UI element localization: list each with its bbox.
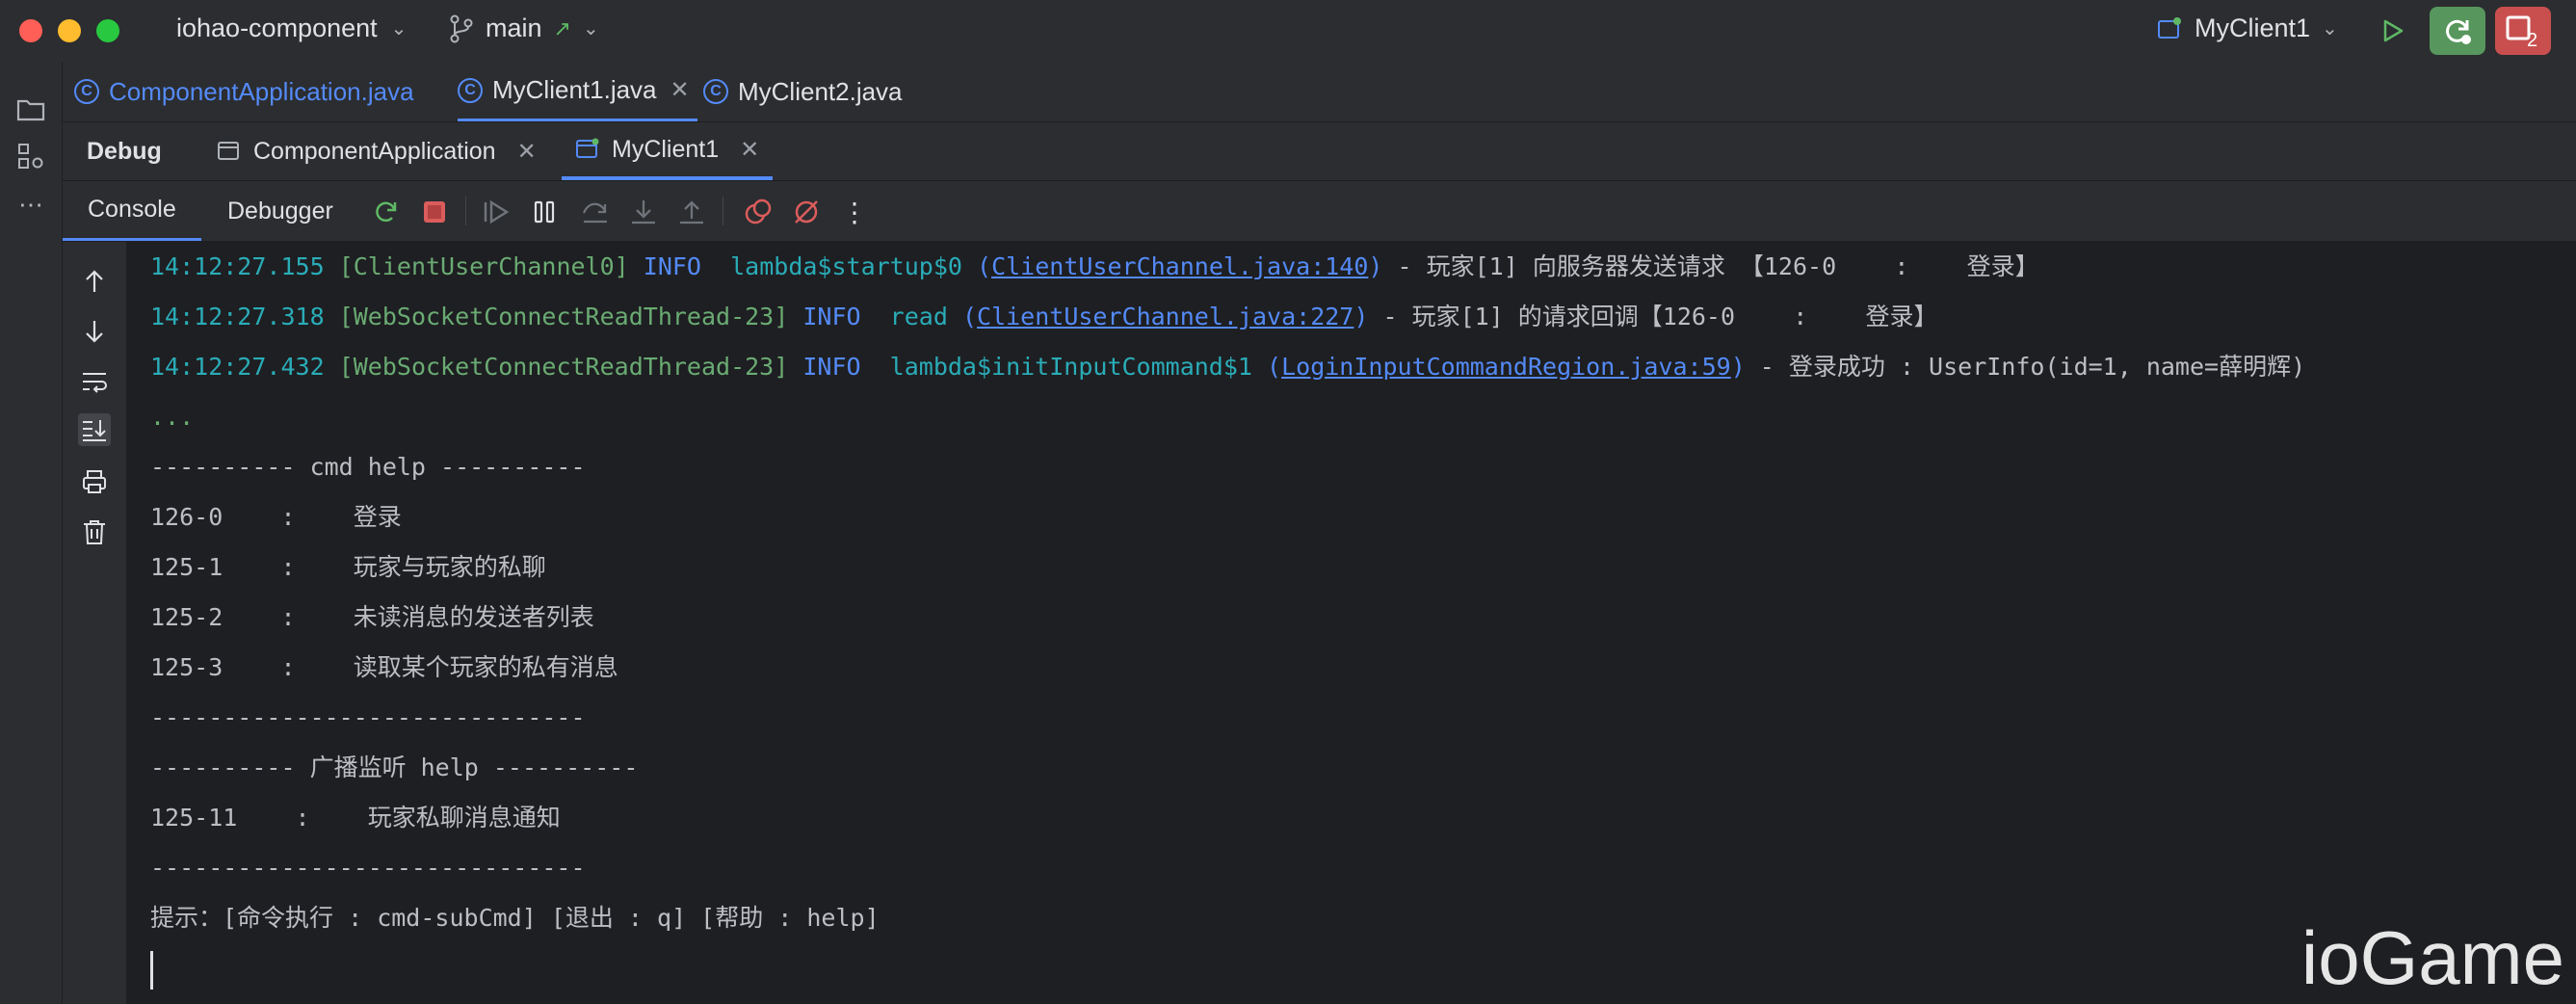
- debug-tab-componentapplication[interactable]: ComponentApplication ✕: [217, 122, 537, 180]
- stop-all-button[interactable]: 2: [2495, 7, 2551, 55]
- pause-icon[interactable]: [529, 197, 560, 227]
- minimize-window-button[interactable]: [58, 19, 81, 42]
- log-line: 14:12:27.432 [WebSocketConnectReadThread…: [150, 353, 2306, 381]
- run-configuration-selector[interactable]: MyClient1 ⌄: [2156, 13, 2338, 43]
- structure-icon[interactable]: [13, 139, 48, 173]
- tab-label: ComponentApplication: [253, 137, 496, 165]
- output-line: 提示：[命令执行 : cmd-subCmd] [退出 : q] [帮助 : he…: [150, 904, 880, 932]
- tab-componentapplication-java[interactable]: C ComponentApplication.java: [74, 62, 414, 121]
- toolbar-separator: [465, 197, 466, 225]
- branch-name: main: [486, 13, 542, 42]
- zoom-window-button[interactable]: [96, 19, 119, 42]
- debug-tool-window-header: Debug ComponentApplication ✕ MyClient1 ✕: [63, 122, 2576, 181]
- git-branch-icon: [450, 14, 473, 42]
- source-link[interactable]: ClientUserChannel.java:227: [977, 303, 1354, 330]
- output-line: 125-1 : 玩家与玩家的私聊: [150, 553, 546, 581]
- tab-label: ComponentApplication.java: [109, 76, 414, 106]
- debug-tab-myclient1[interactable]: MyClient1 ✕: [562, 122, 774, 180]
- output-line: ---------- cmd help ----------: [150, 453, 586, 481]
- project-name: iohao-component: [176, 13, 378, 42]
- run-config-icon: [2158, 16, 2181, 39]
- console-gutter: [63, 242, 127, 1004]
- run-button[interactable]: [2364, 7, 2420, 55]
- scroll-to-end-icon[interactable]: [78, 413, 111, 446]
- resume-icon[interactable]: [481, 197, 512, 227]
- view-breakpoints-icon[interactable]: [743, 197, 774, 227]
- soft-wrap-icon[interactable]: [78, 365, 111, 398]
- project-selector[interactable]: iohao-component ⌄: [176, 13, 407, 43]
- debug-rerun-icon: [2446, 19, 2471, 44]
- chevron-down-icon: ⌄: [390, 18, 407, 40]
- chevron-down-icon: ⌄: [2322, 18, 2338, 40]
- log-line: 14:12:27.318 [WebSocketConnectReadThread…: [150, 303, 1938, 330]
- close-tab-icon[interactable]: ✕: [740, 136, 759, 164]
- output-line: 126-0 : 登录: [150, 503, 402, 531]
- class-icon: C: [74, 79, 99, 104]
- print-icon[interactable]: [78, 465, 111, 498]
- push-arrow-icon: ↗: [553, 15, 571, 40]
- step-over-icon[interactable]: [580, 197, 611, 227]
- title-bar: iohao-component ⌄ main ↗ ⌄ MyClient1 ⌄ 2: [0, 0, 2576, 63]
- tab-label: MyClient1: [612, 135, 720, 163]
- source-link[interactable]: LoginInputCommandRegion.java:59: [1281, 353, 1731, 381]
- output-line: 125-11 : 玩家私聊消息通知: [150, 804, 561, 832]
- run-config-name: MyClient1: [2195, 13, 2311, 42]
- debug-toolbar: Console Debugger ⋮: [63, 181, 2576, 242]
- chevron-down-icon: ⌄: [582, 18, 599, 40]
- ellipsis-line: ...: [150, 403, 195, 431]
- output-line: ------------------------------: [150, 854, 586, 882]
- arrow-up-icon[interactable]: [78, 265, 111, 298]
- close-tab-icon[interactable]: ✕: [517, 138, 537, 166]
- tab-label: MyClient2.java: [738, 76, 903, 106]
- tab-myclient1-java[interactable]: C MyClient1.java ✕: [458, 62, 697, 121]
- console-output[interactable]: 14:12:27.155 [ClientUserChannel0] INFO l…: [127, 242, 2576, 1004]
- arrow-down-icon[interactable]: [78, 315, 111, 348]
- trash-icon[interactable]: [78, 515, 111, 548]
- close-window-button[interactable]: [19, 19, 42, 42]
- output-line: 125-2 : 未读消息的发送者列表: [150, 603, 594, 631]
- class-icon: C: [703, 79, 728, 104]
- branch-selector[interactable]: main ↗ ⌄: [449, 13, 599, 43]
- rerun-icon[interactable]: [371, 197, 402, 227]
- more-options-icon[interactable]: ⋮: [839, 197, 870, 227]
- editor-tabs: C ComponentApplication.java C MyClient1.…: [63, 62, 2576, 122]
- source-link[interactable]: ClientUserChannel.java:140: [991, 252, 1368, 280]
- step-into-icon[interactable]: [628, 197, 659, 227]
- run-config-icon: [218, 142, 239, 160]
- watermark: ioGame: [2300, 915, 2564, 1000]
- stop-icon[interactable]: [419, 197, 450, 227]
- tool-window-strip: ⋯: [0, 62, 63, 1004]
- output-line: ---------- 广播监听 help ----------: [150, 753, 639, 781]
- rerun-debug-button[interactable]: [2430, 7, 2485, 55]
- close-tab-icon[interactable]: ✕: [670, 76, 690, 104]
- tab-console[interactable]: Console: [63, 181, 201, 241]
- more-tools-icon[interactable]: ⋯: [13, 187, 48, 222]
- stop-count-icon: 2: [2506, 15, 2537, 48]
- class-icon: C: [458, 77, 483, 103]
- tab-label: MyClient1.java: [492, 75, 657, 104]
- run-config-icon: [576, 138, 599, 158]
- log-line: 14:12:27.155 [ClientUserChannel0] INFO l…: [150, 252, 2039, 280]
- tab-myclient2-java[interactable]: C MyClient2.java: [703, 62, 903, 121]
- input-caret[interactable]: [150, 951, 153, 990]
- output-line: ------------------------------: [150, 703, 586, 731]
- project-folder-icon[interactable]: [13, 92, 48, 127]
- step-out-icon[interactable]: [676, 197, 707, 227]
- output-line: 125-3 : 读取某个玩家的私有消息: [150, 653, 618, 681]
- play-icon: [2383, 19, 2404, 42]
- debug-title: Debug: [87, 137, 162, 165]
- svg-text:2: 2: [2527, 30, 2537, 48]
- tab-debugger[interactable]: Debugger: [227, 181, 333, 241]
- mute-breakpoints-icon[interactable]: [791, 197, 822, 227]
